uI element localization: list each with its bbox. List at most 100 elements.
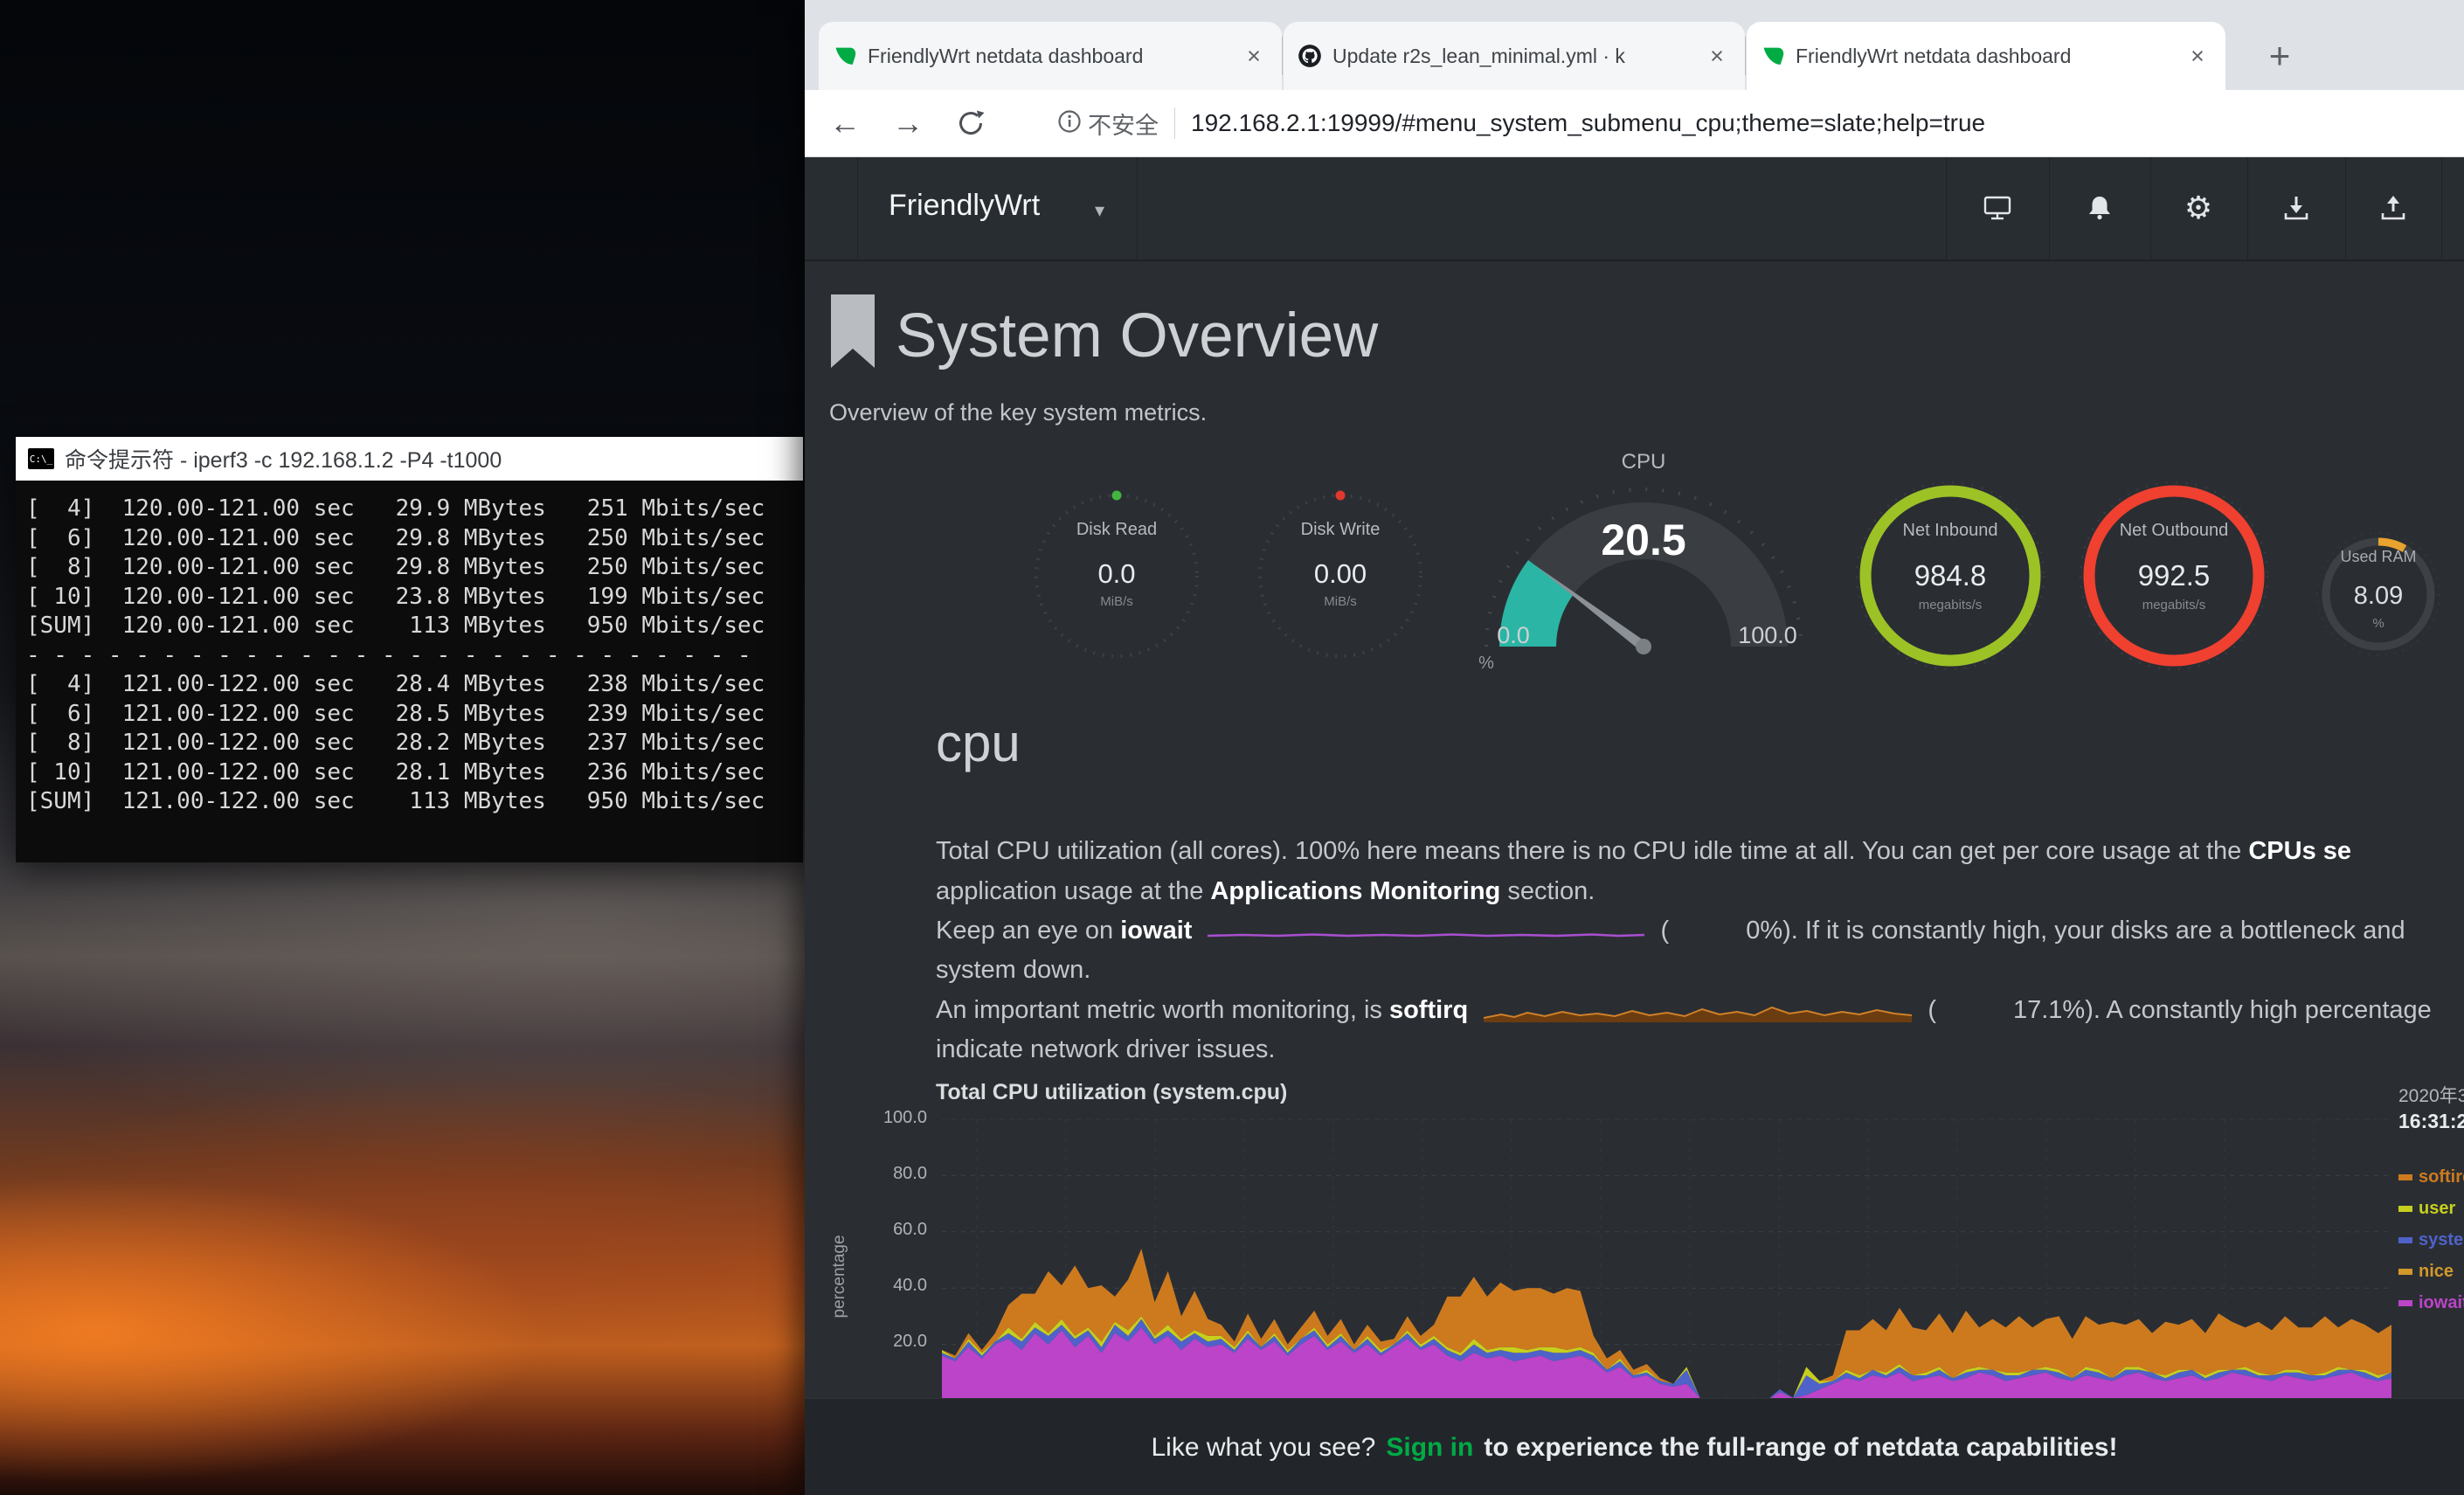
cpu-description-line: Total CPU utilization (all cores). 100% … xyxy=(936,837,2351,866)
gauge-label: Net Outbound xyxy=(2076,521,2272,541)
y-axis-tick: 40.0 xyxy=(840,1276,927,1296)
gauge-value: 992.5 xyxy=(2076,559,2272,592)
terminal-line: [ 10] 120.00-121.00 sec 23.8 MBytes 199 … xyxy=(26,583,803,613)
legend-label: iowait xyxy=(2419,1293,2464,1313)
omnibox-divider xyxy=(1174,107,1175,139)
forward-icon[interactable]: → xyxy=(889,104,927,142)
header-divider xyxy=(1946,157,1947,260)
gauge-value: 0.00 xyxy=(1244,558,1436,590)
section-heading-cpu: cpu xyxy=(936,713,1021,773)
signin-text-post: to experience the full-range of netdata … xyxy=(1484,1433,2117,1463)
address-bar: ← → 不安全 192.168.2.1:19999/#menu_system_s… xyxy=(805,90,2464,157)
brand-dropdown[interactable]: FriendlyWrt xyxy=(889,189,1040,223)
export-upload-icon[interactable] xyxy=(2376,190,2411,225)
netdata-favicon xyxy=(1761,44,1785,68)
y-axis-label: percentage xyxy=(830,1215,849,1338)
gauge-net-outbound[interactable]: Net Outbound 992.5 megabits/s xyxy=(2076,478,2272,674)
chevron-down-icon: ▾ xyxy=(1095,199,1104,222)
tab-netdata-2-active[interactable]: FriendlyWrt netdata dashboard × xyxy=(1747,22,2225,90)
gauge-net-inbound[interactable]: Net Inbound 984.8 megabits/s xyxy=(1852,478,2048,674)
iowait-sparkline[interactable] xyxy=(1208,921,1644,945)
tab-divider xyxy=(1282,37,1283,75)
signin-link[interactable]: Sign in xyxy=(1386,1433,1473,1463)
header-divider xyxy=(1137,157,1138,260)
cpus-section-link[interactable]: CPUs se xyxy=(2248,837,2351,865)
legend-swatch xyxy=(2398,1269,2412,1275)
new-tab-button[interactable]: + xyxy=(2255,31,2304,80)
terminal-line: [ 6] 121.00-122.00 sec 28.5 MBytes 239 M… xyxy=(26,700,803,730)
y-axis-tick: 80.0 xyxy=(840,1164,927,1184)
tab-netdata-1[interactable]: FriendlyWrt netdata dashboard × xyxy=(819,22,1282,90)
back-icon[interactable]: ← xyxy=(826,104,864,142)
gauge-unit: MiB/s xyxy=(1021,594,1213,609)
browser-window: FriendlyWrt netdata dashboard × Update r… xyxy=(805,0,2464,1495)
security-label[interactable]: 不安全 xyxy=(1088,107,1159,141)
softirq-sparkline[interactable] xyxy=(1484,995,1912,1025)
y-axis-tick: 20.0 xyxy=(840,1332,927,1352)
gauge-label: Net Inbound xyxy=(1852,521,2048,541)
legend-item-iowait[interactable]: iowait xyxy=(2398,1293,2464,1313)
chart-time-label: 16:31:2 xyxy=(2398,1110,2464,1133)
terminal-titlebar[interactable]: C:\_ 命令提示符 - iperf3 -c 192.168.1.2 -P4 -… xyxy=(16,437,803,481)
url-field[interactable]: 192.168.2.1:19999/#menu_system_submenu_c… xyxy=(1191,109,2464,137)
gauge-used-ram[interactable]: Used RAM 8.09 % xyxy=(2313,529,2444,660)
gauge-value: 20.5 xyxy=(1469,515,1818,565)
cpu-description-line: Keep an eye on iowait (0%). If it is con… xyxy=(936,917,2405,945)
header-divider xyxy=(857,157,858,260)
gauge-cpu[interactable]: CPU 20.5 0.0 100.0 % xyxy=(1469,441,1818,677)
legend-item-system[interactable]: system xyxy=(2398,1230,2464,1250)
tab-close-icon[interactable]: × xyxy=(1703,42,1731,70)
terminal-line: [SUM] 121.00-122.00 sec 113 MBytes 950 M… xyxy=(26,787,803,817)
legend-label: system xyxy=(2419,1230,2464,1250)
tab-github[interactable]: Update r2s_lean_minimal.yml · k × xyxy=(1284,22,1745,90)
gauge-value: 8.09 xyxy=(2313,582,2444,611)
gauge-disk-read[interactable]: Disk Read 0.0 MiB/s xyxy=(1021,480,1213,672)
legend-item-nice[interactable]: nice xyxy=(2398,1262,2454,1282)
tab-divider xyxy=(1745,37,1746,75)
tab-close-icon[interactable]: × xyxy=(1240,42,1268,70)
tab-close-icon[interactable]: × xyxy=(2184,42,2211,70)
gauge-value: 0.0 xyxy=(1021,558,1213,590)
gauge-value: 984.8 xyxy=(1852,559,2048,592)
import-download-icon[interactable] xyxy=(2279,190,2314,225)
cpu-description-line: system down. xyxy=(936,956,1090,985)
tab-strip: FriendlyWrt netdata dashboard × Update r… xyxy=(805,0,2464,90)
terminal-line: [ 10] 121.00-122.00 sec 28.1 MBytes 236 … xyxy=(26,758,803,788)
legend-swatch xyxy=(2398,1300,2412,1306)
terminal-title: 命令提示符 - iperf3 -c 192.168.1.2 -P4 -t1000 xyxy=(65,443,502,474)
chart-title: Total CPU utilization (system.cpu) xyxy=(936,1080,1287,1105)
header-divider xyxy=(2150,157,2151,260)
legend-label: softirq xyxy=(2419,1167,2464,1187)
cmd-icon: C:\_ xyxy=(28,448,54,469)
gauge-unit: megabits/s xyxy=(2076,598,2272,613)
terminal-separator-line: - - - - - - - - - - - - - - - - - - - - … xyxy=(26,641,803,671)
page-title: System Overview xyxy=(896,301,1378,371)
desktop-wallpaper: C:\_ 命令提示符 - iperf3 -c 192.168.1.2 -P4 -… xyxy=(0,0,805,1495)
applications-monitoring-link[interactable]: Applications Monitoring xyxy=(1210,877,1500,905)
disk-write-dot xyxy=(1336,491,1346,501)
reload-icon[interactable] xyxy=(952,104,990,142)
terminal-window: C:\_ 命令提示符 - iperf3 -c 192.168.1.2 -P4 -… xyxy=(16,437,803,862)
site-info-icon[interactable] xyxy=(1055,107,1084,141)
signin-banner: Like what you see? Sign in to experience… xyxy=(805,1398,2464,1495)
legend-item-user[interactable]: user xyxy=(2398,1199,2455,1219)
terminal-line: [ 4] 120.00-121.00 sec 29.9 MBytes 251 M… xyxy=(26,495,803,524)
gauge-label: Disk Write xyxy=(1244,520,1436,540)
cpu-utilization-chart[interactable] xyxy=(942,1119,2391,1401)
gauge-min: 0.0 xyxy=(1469,622,1558,649)
tab-title: FriendlyWrt netdata dashboard xyxy=(1796,45,2173,68)
gauge-unit: megabits/s xyxy=(1852,598,2048,613)
legend-label: nice xyxy=(2419,1262,2454,1282)
tab-title: FriendlyWrt netdata dashboard xyxy=(868,45,1229,68)
terminal-output[interactable]: [ 4] 120.00-121.00 sec 29.9 MBytes 251 M… xyxy=(16,481,803,862)
legend-swatch xyxy=(2398,1206,2412,1212)
alarms-bell-icon[interactable] xyxy=(2082,190,2117,225)
github-favicon xyxy=(1298,44,1322,68)
tab-title: Update r2s_lean_minimal.yml · k xyxy=(1332,45,1692,68)
legend-item-softirq[interactable]: softirq xyxy=(2398,1167,2464,1187)
gauge-disk-write[interactable]: Disk Write 0.00 MiB/s xyxy=(1244,480,1436,672)
settings-gear-icon[interactable]: ⚙ xyxy=(2181,190,2216,225)
terminal-line: [ 6] 120.00-121.00 sec 29.8 MBytes 250 M… xyxy=(26,524,803,554)
display-mode-icon[interactable] xyxy=(1980,190,2015,225)
gauge-max: 100.0 xyxy=(1715,622,1820,649)
